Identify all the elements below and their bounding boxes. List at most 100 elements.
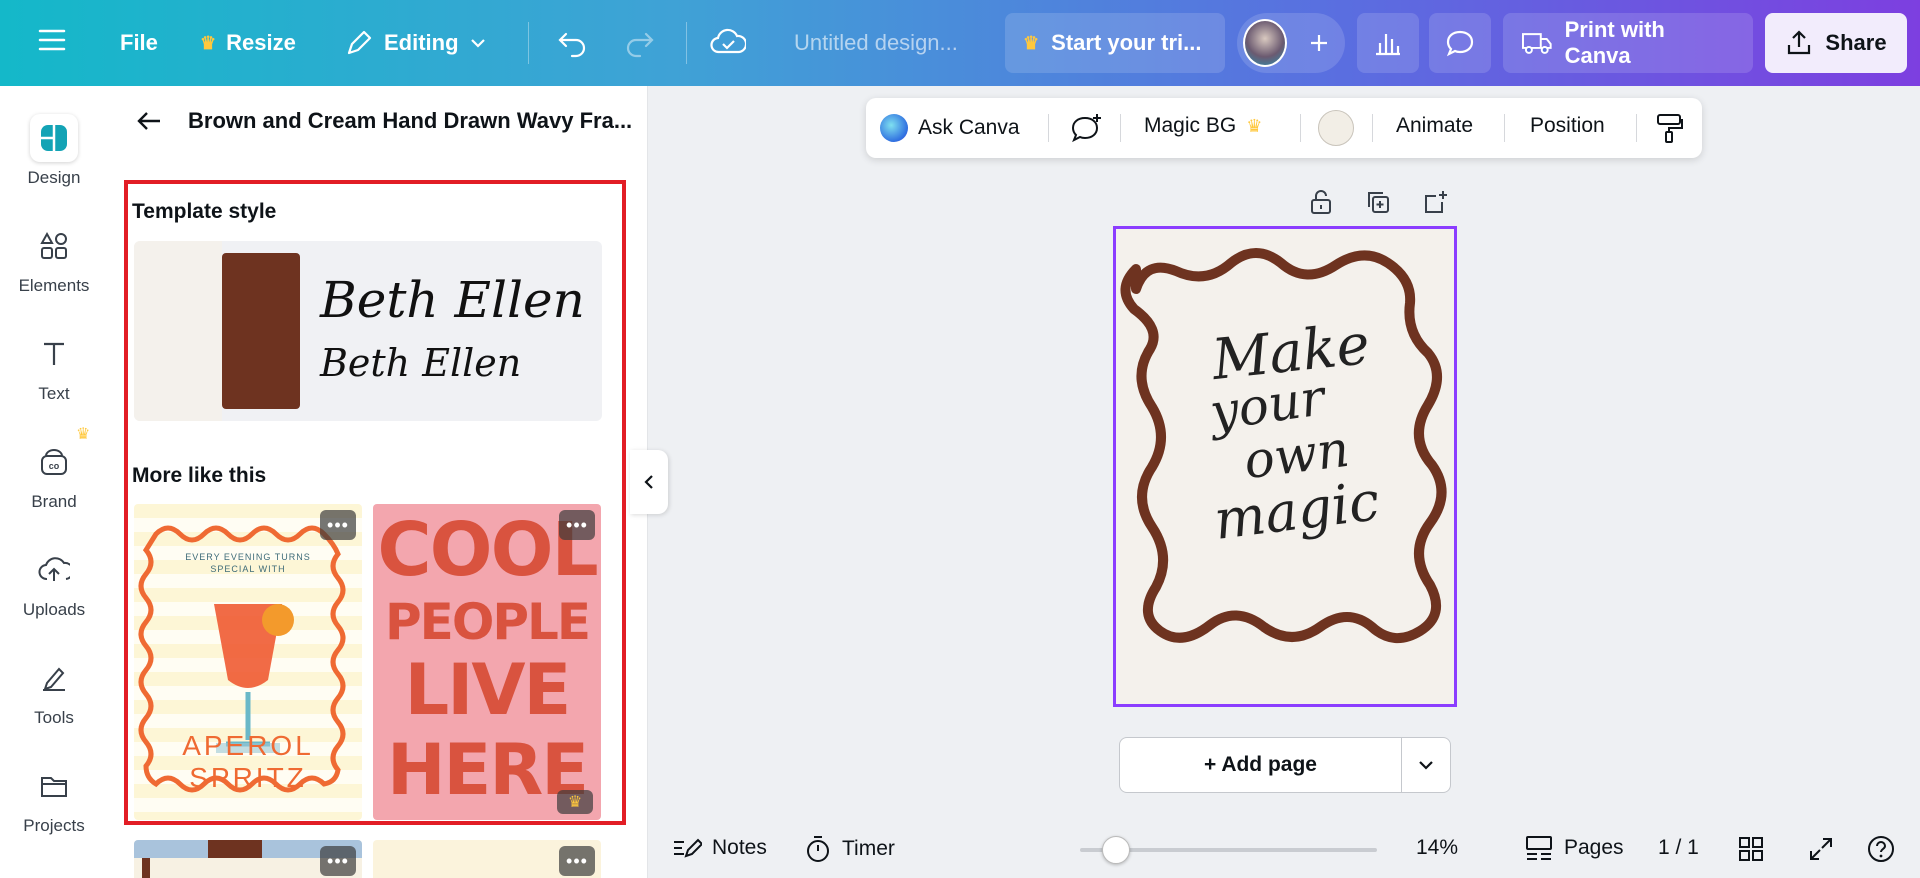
thumb-graphic: [142, 858, 150, 878]
zoom-level[interactable]: 14%: [1416, 836, 1458, 860]
top-bar: File ♛ Resize Editing Untitled design...…: [0, 0, 1920, 86]
premium-crown-icon: ♛: [557, 790, 593, 814]
pages-label: Pages: [1564, 836, 1624, 859]
copy-style-icon[interactable]: [1656, 112, 1684, 144]
avatar[interactable]: [1243, 19, 1287, 67]
more-options-icon[interactable]: •••: [320, 510, 356, 540]
collaborators[interactable]: [1237, 13, 1345, 73]
add-page-control: + Add page: [1119, 737, 1451, 793]
magic-bg-label: Magic BG: [1144, 114, 1237, 137]
resize-button[interactable]: ♛ Resize: [200, 30, 296, 56]
text-icon: [30, 330, 78, 378]
add-page-icon[interactable]: [1422, 188, 1450, 216]
rail-text[interactable]: Text: [0, 330, 108, 404]
tools-icon: [30, 654, 78, 702]
thumb-text: APEROL: [182, 730, 314, 761]
editing-dropdown[interactable]: Editing: [344, 28, 487, 58]
add-collaborator-icon[interactable]: [1299, 21, 1339, 65]
add-page-button[interactable]: + Add page: [1120, 738, 1402, 792]
rail-elements[interactable]: Elements: [0, 222, 108, 296]
animate-button[interactable]: Animate: [1396, 114, 1473, 138]
undo-icon[interactable]: [556, 28, 588, 58]
background-color-swatch[interactable]: [1318, 110, 1354, 146]
ask-canva-label: Ask Canva: [918, 116, 1020, 139]
ask-canva-icon: [880, 114, 908, 142]
thumb-graphic: [208, 840, 262, 858]
editing-label: Editing: [384, 30, 459, 55]
cloud-upload-icon: [30, 546, 78, 594]
trial-label: Start your tri...: [1051, 30, 1202, 55]
template-thumbnail[interactable]: COOL PEOPLE LIVE HERE ••• ♛: [373, 504, 601, 820]
divider: [1372, 114, 1373, 142]
rail-projects[interactable]: Projects: [0, 762, 108, 836]
template-thumbnail[interactable]: •••: [373, 840, 601, 878]
rail-uploads[interactable]: Uploads: [0, 546, 108, 620]
thumb-text: SPRITZ: [189, 762, 307, 793]
notes-label: Notes: [712, 836, 767, 859]
back-arrow-icon[interactable]: [136, 110, 162, 132]
rail-tools[interactable]: Tools: [0, 654, 108, 728]
insights-icon[interactable]: [1357, 13, 1419, 73]
font-sample-heading[interactable]: Beth Ellen: [320, 271, 585, 329]
duplicate-page-icon[interactable]: [1364, 188, 1392, 216]
thumb-text: SPECIAL WITH: [210, 564, 286, 574]
divider: [1300, 114, 1301, 142]
design-title-text: Untitled design...: [794, 30, 958, 55]
panel-header: Brown and Cream Hand Drawn Wavy Fra...: [136, 108, 632, 134]
rail-brand[interactable]: ♛ co Brand: [0, 426, 108, 512]
grid-view-icon[interactable]: [1738, 836, 1764, 862]
brown-swatch[interactable]: [222, 253, 300, 409]
pages-button[interactable]: Pages: [1524, 834, 1624, 862]
more-options-icon[interactable]: •••: [559, 846, 595, 876]
pencil-icon: [347, 30, 372, 55]
design-title[interactable]: Untitled design...: [794, 30, 958, 56]
file-menu[interactable]: File: [120, 30, 158, 56]
comment-add-icon[interactable]: [1070, 112, 1104, 144]
template-panel: Brown and Cream Hand Drawn Wavy Fra... T…: [108, 86, 648, 878]
position-button[interactable]: Position: [1530, 114, 1605, 138]
cloud-saved-icon[interactable]: [710, 28, 746, 58]
more-options-icon[interactable]: •••: [559, 510, 595, 540]
crown-icon: ♛: [1246, 115, 1263, 136]
template-thumbnail[interactable]: EVERY EVENING TURNS SPECIAL WITH APEROL …: [134, 504, 362, 820]
template-style-card[interactable]: Beth Ellen Beth Ellen: [134, 241, 602, 421]
menu-icon[interactable]: [38, 28, 66, 52]
font-sample-body[interactable]: Beth Ellen: [320, 341, 521, 385]
ask-canva-button[interactable]: Ask Canva: [880, 114, 1020, 142]
print-with-canva-button[interactable]: Print with Canva: [1503, 13, 1753, 73]
lock-icon[interactable]: [1308, 188, 1334, 216]
rail-label: Design: [27, 168, 81, 187]
collapse-panel-button[interactable]: [630, 450, 668, 514]
more-options-icon[interactable]: •••: [320, 846, 356, 876]
folder-icon: [30, 762, 78, 810]
more-like-this-heading: More like this: [132, 464, 267, 487]
comment-icon[interactable]: [1429, 13, 1491, 73]
magic-bg-button[interactable]: Magic BG ♛: [1144, 114, 1262, 138]
timer-button[interactable]: Timer: [804, 834, 895, 864]
rail-label: Tools: [34, 708, 74, 727]
cream-swatch[interactable]: [134, 241, 222, 421]
fullscreen-icon[interactable]: [1808, 836, 1834, 862]
design-page[interactable]: Make your own magic: [1113, 226, 1457, 707]
brand-icon: co: [30, 438, 78, 486]
thumb-text: PEOPLE: [385, 593, 591, 651]
template-thumbnail[interactable]: •••: [134, 840, 362, 878]
design-icon: [30, 114, 78, 162]
rail-label: Projects: [23, 816, 85, 835]
rail-label: Text: [38, 384, 70, 403]
zoom-slider-handle[interactable]: [1102, 836, 1130, 864]
context-toolbar: Ask Canva Magic BG ♛ Animate Position: [866, 98, 1702, 158]
redo-icon[interactable]: [624, 28, 656, 58]
help-icon[interactable]: [1866, 834, 1896, 864]
notes-icon: [674, 838, 702, 858]
file-label: File: [120, 30, 158, 55]
position-label: Position: [1530, 114, 1605, 137]
notes-button[interactable]: Notes: [672, 836, 767, 860]
rail-design[interactable]: Design: [0, 114, 108, 188]
share-button[interactable]: Share: [1765, 13, 1907, 73]
add-page-dropdown[interactable]: [1402, 738, 1450, 792]
elements-icon: [30, 222, 78, 270]
panel-title: Brown and Cream Hand Drawn Wavy Fra...: [188, 108, 633, 133]
svg-text:co: co: [49, 461, 60, 471]
start-trial-button[interactable]: ♛ Start your tri...: [1005, 13, 1225, 73]
